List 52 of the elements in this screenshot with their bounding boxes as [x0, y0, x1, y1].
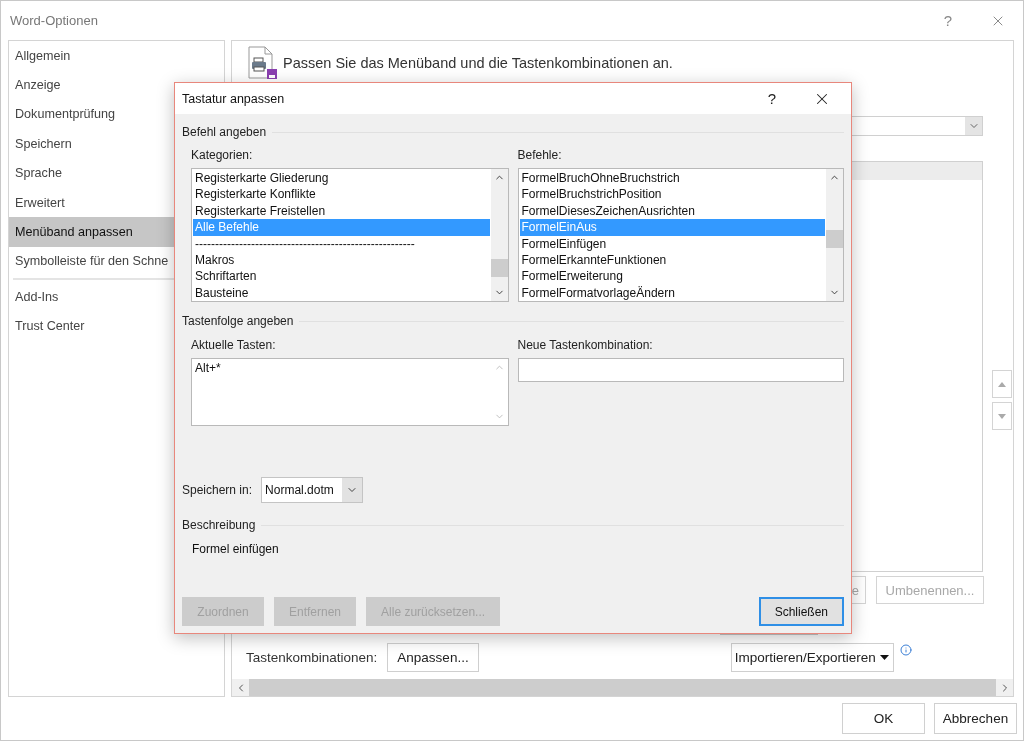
section-title: Beschreibung: [182, 518, 256, 532]
caret-icon: [879, 654, 889, 660]
list-item[interactable]: Bausteine: [193, 284, 490, 301]
description-text: Formel einfügen: [192, 542, 280, 558]
list-item[interactable]: FormelEinfügen: [519, 235, 825, 252]
import-export-button[interactable]: Importieren/Exportieren: [730, 642, 894, 672]
section-title: Befehl angeben: [182, 125, 267, 139]
info-icon: [899, 644, 912, 656]
input-field[interactable]: [517, 358, 844, 382]
scrollbar[interactable]: [826, 169, 843, 301]
list-item[interactable]: Registerkarte Freistellen: [193, 202, 490, 220]
move-up-button[interactable]: [992, 370, 1012, 398]
shortcuts-label: Tastenkombinationen:: [246, 649, 378, 665]
list-item[interactable]: FormelBruchstrichPosition: [519, 186, 825, 203]
list-item[interactable]: Registerkarte Konflikte: [193, 186, 490, 203]
help-button[interactable]: ?: [747, 90, 797, 107]
section-heading: Passen Sie das Menüband und die Tastenkombinationen an.: [283, 55, 673, 71]
list-item[interactable]: FormelErkannteFunktionen: [519, 251, 825, 269]
scrollbar-thumb[interactable]: [490, 259, 508, 277]
list-item[interactable]: FormelFormatvorlageÄndern: [519, 284, 825, 301]
list-item[interactable]: FormelBruchOhneBruchstrich: [519, 170, 825, 187]
window-title: Word-Optionen: [10, 13, 98, 28]
dialog-button[interactable]: Abbrechen: [934, 703, 1017, 734]
field-label: Aktuelle Tasten:: [191, 338, 277, 354]
list-box[interactable]: Registerkarte Gliederung Registerkarte Konflikte Registerkarte Freistellen Alle Befehle ------------------------------------------------------- Makros Schriftarten Bausteine: [191, 168, 509, 302]
section-title: Tastenfolge angeben: [182, 314, 294, 328]
field-label: Kategorien:: [191, 148, 254, 164]
list-item[interactable]: Registerkarte Gliederung: [193, 170, 490, 187]
select-field[interactable]: Normal.dotm: [261, 476, 364, 503]
scrollbar-thumb[interactable]: [826, 230, 843, 248]
field-label: Befehle:: [517, 148, 563, 164]
list-item[interactable]: FormelErweiterung: [519, 268, 825, 285]
field-label: Neue Tastenkombination:: [517, 338, 654, 354]
help-button[interactable]: ?: [923, 12, 973, 29]
horizontal-scrollbar[interactable]: [232, 679, 1013, 696]
list-box[interactable]: Alt+*: [191, 358, 509, 426]
triangle-up-icon: [998, 381, 1006, 387]
list-item[interactable]: Makros: [193, 251, 490, 269]
document-printer-icon: [248, 46, 278, 80]
list-item[interactable]: Schriftarten: [193, 268, 490, 285]
triangle-down-icon: [998, 413, 1006, 419]
button[interactable]: Schließen: [758, 597, 844, 626]
list-box[interactable]: FormelBruchOhneBruchstrich FormelBruchstrichPosition FormelDiesesZeichenAusrichten FormelEinAus FormelEinfügen FormelErkannteFunktionen FormelErweiterung FormelFormatvorlageÄndern: [517, 168, 844, 302]
move-down-button[interactable]: [992, 402, 1012, 430]
dialog-button[interactable]: OK: [842, 703, 925, 734]
sidebar-item[interactable]: Allgemein: [9, 41, 224, 71]
customize-button[interactable]: Anpassen...: [387, 642, 479, 672]
list-item[interactable]: Alt+*: [193, 360, 490, 377]
dialog-title: Tastatur anpassen: [182, 91, 285, 106]
scrollbar[interactable]: [490, 169, 508, 301]
list-item[interactable]: FormelDiesesZeichenAusrichten: [519, 202, 825, 220]
field-label: Speichern in:: [182, 482, 253, 497]
